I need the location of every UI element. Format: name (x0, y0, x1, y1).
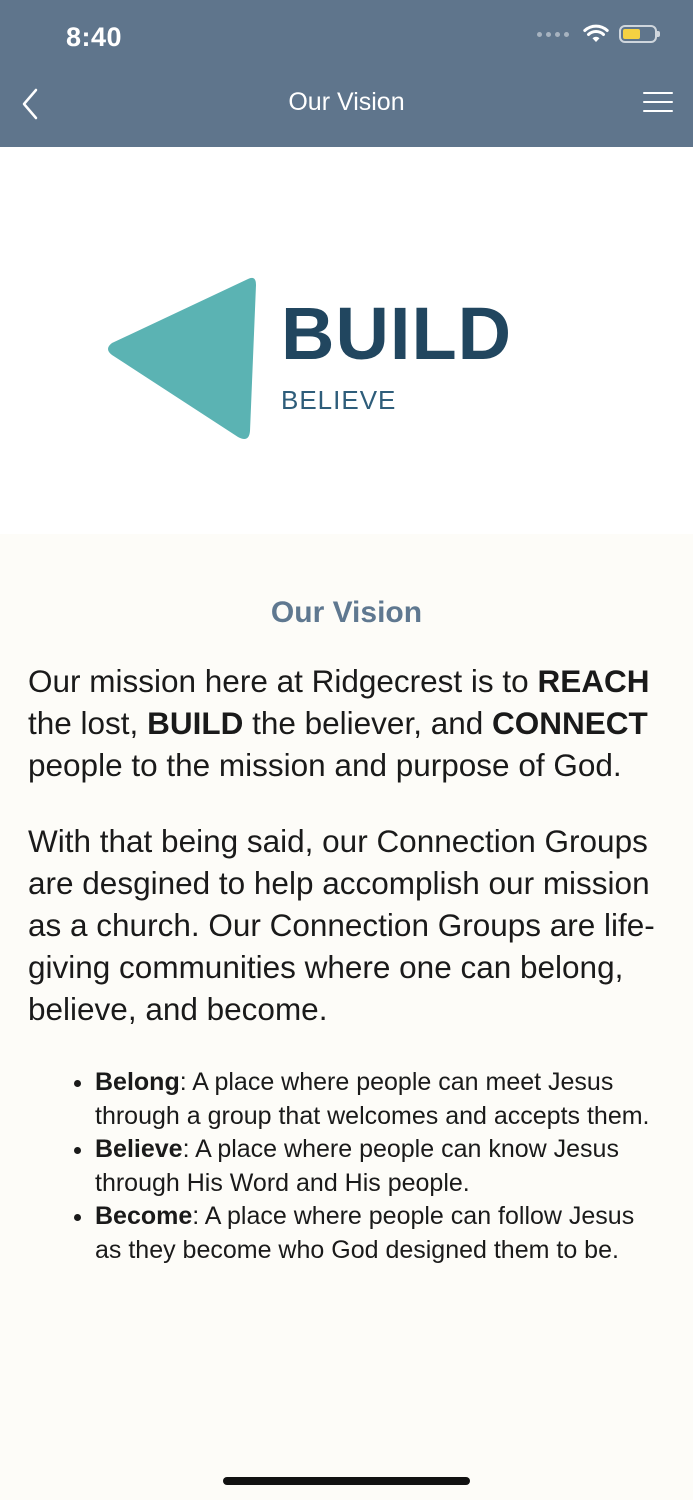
battery-icon (619, 25, 660, 43)
status-time: 8:40 (66, 22, 123, 52)
point-term: Believe (95, 1135, 183, 1163)
list-item: Become: A place where people can follow … (95, 1200, 663, 1267)
connect-keyword: CONNECT (492, 705, 648, 741)
hamburger-menu-icon[interactable] (643, 92, 673, 114)
point-term: Belong (95, 1068, 180, 1096)
status-icons (537, 24, 660, 44)
mission-paragraph: Our mission here at Ridgecrest is to REA… (28, 660, 665, 786)
logo-word: BUILD (281, 292, 513, 375)
logo-subtitle: BELIEVE (281, 385, 397, 415)
top-bar: 8:40 Our Vision (0, 0, 693, 147)
vision-content: Our Vision Our mission here at Ridgecres… (0, 534, 693, 1267)
mission-mid-2: the believer, and (243, 705, 493, 741)
mission-mid-1: the lost, (28, 705, 148, 741)
mission-lead: Our mission here at Ridgecrest is to (28, 663, 538, 699)
list-item: Believe: A place where people can know J… (95, 1133, 663, 1200)
build-keyword: BUILD (147, 705, 244, 741)
wifi-icon (583, 24, 609, 42)
reach-keyword: REACH (537, 663, 650, 699)
vision-points-list: Belong: A place where people can meet Je… (0, 1066, 663, 1267)
hero-banner: BUILD BELIEVE (0, 147, 693, 534)
signal-icon (537, 31, 569, 37)
list-item: Belong: A place where people can meet Je… (95, 1066, 663, 1133)
logo-triangle-icon (108, 277, 256, 439)
section-heading: Our Vision (270, 596, 423, 629)
mission-tail: people to the mission and purpose of God… (28, 747, 622, 783)
page-title: Our Vision (288, 88, 405, 116)
connection-groups-paragraph: With that being said, our Connection Gro… (28, 823, 655, 1027)
home-indicator[interactable] (223, 1477, 470, 1485)
point-term: Become (95, 1202, 193, 1230)
